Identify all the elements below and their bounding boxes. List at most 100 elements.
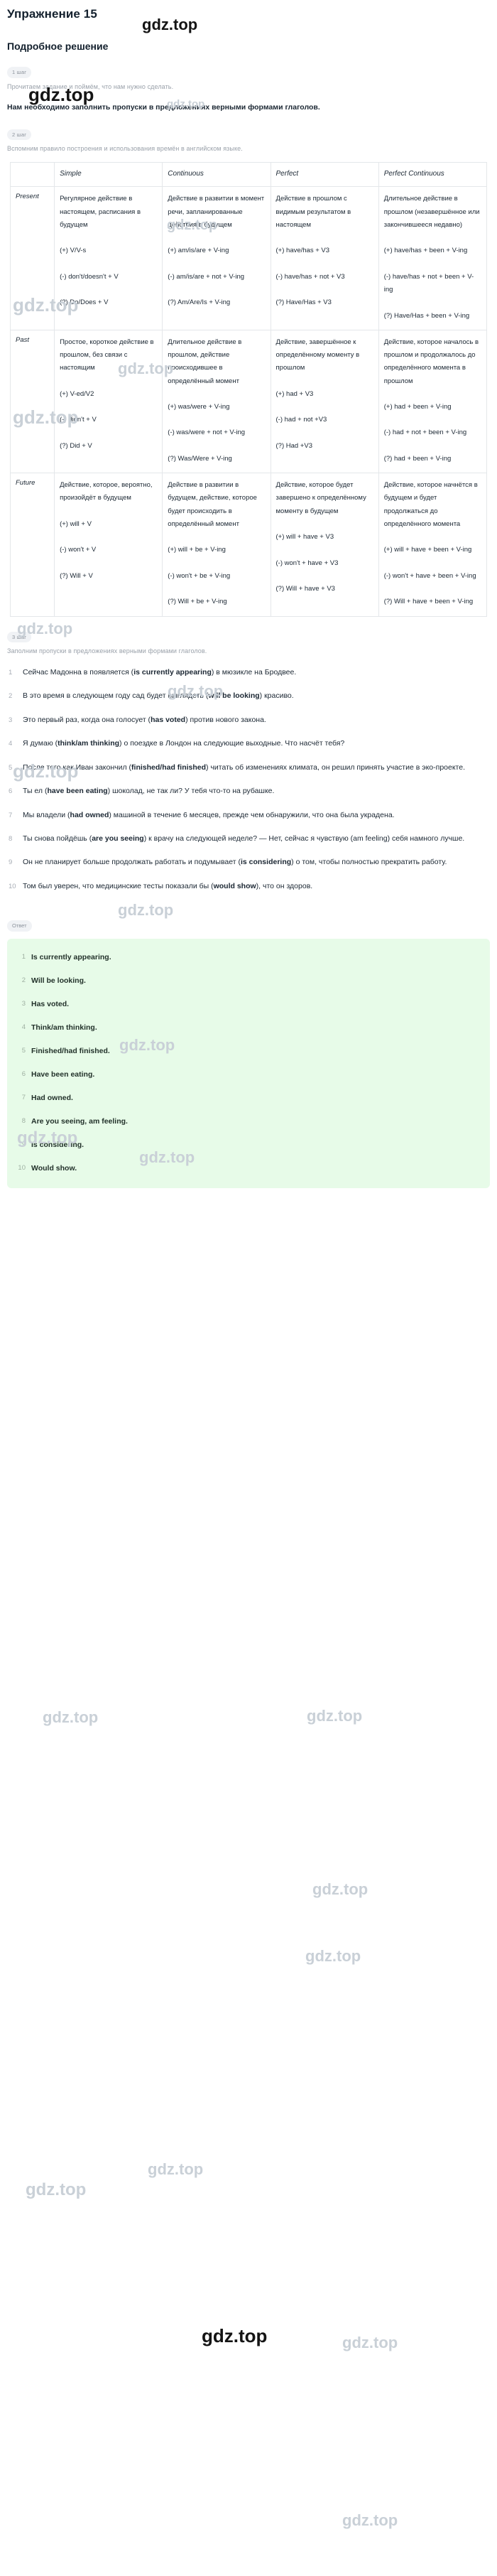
sentence-number: 10	[9, 882, 16, 890]
sentence-item: 3 Это первый раз, когда она голосует (has…	[9, 713, 490, 727]
table-corner-cell	[9, 162, 55, 188]
sentence-answer-highlight: will be looking	[208, 691, 260, 701]
sentence-number: 1	[9, 669, 13, 677]
page-title: Упражнение 15	[7, 7, 97, 21]
watermark: gdz.top	[26, 2180, 87, 2199]
sentence-text: Сейчас Мадонна в появляется (is currentl…	[23, 668, 297, 677]
step-3-badge: 3 шаг	[7, 631, 32, 642]
answer-text: Think/am thinking.	[31, 1023, 97, 1032]
watermark: gdz.top	[118, 901, 174, 919]
sentence-item: 2 В это время в следующем году сад будет …	[9, 689, 490, 703]
sentence-item: 8 Ты снова пойдёшь (are you seeing) к вра…	[9, 832, 490, 846]
sentence-text: В это время в следующем году сад будет в…	[23, 691, 294, 701]
row-header-present: Present	[9, 186, 55, 330]
answer-badge: Ответ	[7, 920, 32, 932]
sentence-text: Том был уверен, что медицинские тесты по…	[23, 881, 313, 890]
answer-item: 5 Finished/had finished.	[11, 1047, 486, 1055]
sentence-answer-highlight: think/am thinking	[58, 739, 120, 748]
row-header-future: Future	[9, 473, 55, 617]
answer-number: 10	[18, 1163, 26, 1172]
sentence-item: 9 Он не планирует больше продолжать работ…	[9, 856, 490, 869]
sentence-number: 3	[9, 716, 13, 724]
answer-text: Would show.	[31, 1163, 77, 1173]
cell-present-continuous: Действие в развитии в момент речи, запла…	[162, 186, 271, 330]
sentence-list: 1 Сейчас Мадонна в появляется (is current…	[0, 666, 497, 893]
answer-number: 6	[21, 1069, 26, 1078]
tenses-table: Simple Continuous Perfect Perfect Contin…	[9, 162, 488, 617]
answer-item: 9 Is considering.	[11, 1141, 486, 1149]
step-2-hint: Вспомним правило построения и использова…	[7, 145, 243, 153]
sentence-number: 8	[9, 834, 13, 843]
answer-item: 4 Think/am thinking.	[11, 1023, 486, 1032]
answer-text: Are you seeing, am feeling.	[31, 1116, 128, 1126]
sentence-number: 2	[9, 692, 13, 701]
sentence-text: Он не планирует больше продолжать работа…	[23, 858, 447, 867]
sentence-answer-highlight: is considering	[240, 858, 292, 867]
column-header-perfect-continuous: Perfect Continuous	[378, 162, 488, 188]
table-row-future: Future Действие, которое, вероятно, прои…	[9, 473, 488, 617]
sentence-text: Мы владели (had owned) машиной в течение…	[23, 810, 395, 819]
cell-present-simple: Регулярное действие в настоящем, расписа…	[54, 186, 163, 330]
answer-text: Is considering.	[31, 1140, 84, 1149]
sentence-answer-highlight: is currently appearing	[133, 668, 212, 677]
step-1-hint: Прочитаем задание и поймём, что нам нужн…	[7, 82, 174, 90]
cell-present-perfect: Действие в прошлом с видимым результатом…	[270, 186, 379, 330]
answer-item: 2 Will be looking.	[11, 976, 486, 985]
answer-number: 1	[21, 952, 26, 961]
answer-text: Is currently appearing.	[31, 952, 111, 961]
answer-text: Has voted.	[31, 999, 70, 1008]
row-header-past: Past	[9, 329, 55, 474]
cell-past-simple: Простое, короткое действие в прошлом, бе…	[54, 329, 163, 474]
solution-heading: Подробное решение	[7, 41, 109, 52]
cell-past-perfect: Действие, завершённое к определённому мо…	[270, 329, 379, 474]
sentence-text: После того как Иван закончил (finished/h…	[23, 762, 465, 772]
answer-item: 7 Had owned.	[11, 1094, 486, 1102]
sentence-text: Ты снова пойдёшь (are you seeing) к врач…	[23, 834, 465, 843]
watermark: gdz.top	[307, 1707, 363, 1725]
sentence-item: 1 Сейчас Мадонна в появляется (is current…	[9, 666, 490, 679]
answer-text: Will be looking.	[31, 976, 86, 985]
sentence-number: 9	[9, 858, 13, 867]
solution-page: Упражнение 15 Подробное решение 1 шаг Пр…	[0, 7, 497, 2529]
cell-future-continuous: Действие в развитии в будущем, действие,…	[162, 473, 271, 617]
table-row-present: Present Регулярное действие в настоящем,…	[9, 186, 488, 330]
answer-item: 1 Is currently appearing.	[11, 953, 486, 961]
answer-number: 8	[21, 1116, 26, 1125]
sentence-text: Это первый раз, когда она голосует (has …	[23, 715, 266, 724]
sentence-number: 5	[9, 763, 13, 772]
answer-list: 1 Is currently appearing. 2 Will be looking…	[11, 953, 486, 1173]
watermark: gdz.top	[312, 1880, 368, 1898]
table-row-past: Past Простое, короткое действие в прошло…	[9, 329, 488, 474]
column-header-simple: Simple	[54, 162, 163, 188]
watermark: gdz.top	[342, 2334, 398, 2351]
sentence-number: 6	[9, 787, 13, 796]
cell-present-perfect-continuous: Длительное действие в прошлом (незавершё…	[378, 186, 488, 330]
answer-text: Finished/had finished.	[31, 1046, 110, 1055]
answer-number: 5	[21, 1046, 26, 1055]
sentence-item: 10 Том был уверен, что медицинские тесты …	[9, 880, 490, 893]
answer-item: 10 Would show.	[11, 1164, 486, 1173]
sentence-item: 4 Я думаю (think/am thinking) о поездке в…	[9, 737, 490, 750]
sentence-answer-highlight: has voted	[151, 715, 186, 724]
sentence-answer-highlight: are you seeing	[92, 834, 144, 843]
watermark: gdz.top	[342, 2511, 398, 2529]
step-2-badge: 2 шаг	[7, 129, 32, 141]
cell-future-simple: Действие, которое, вероятно, произойдёт …	[54, 473, 163, 617]
answer-number: 4	[21, 1023, 26, 1031]
cell-future-perfect: Действие, которое будет завершено к опре…	[270, 473, 379, 617]
column-header-continuous: Continuous	[162, 162, 271, 188]
sentence-item: 5 После того как Иван закончил (finished/…	[9, 761, 490, 775]
table-header-row: Simple Continuous Perfect Perfect Contin…	[9, 162, 488, 188]
answer-number: 3	[21, 999, 26, 1008]
answer-text: Had owned.	[31, 1093, 73, 1102]
cell-past-continuous: Длительное действие в прошлом, действие …	[162, 329, 271, 474]
watermark: gdz.top	[148, 2160, 204, 2178]
step-1-text: Нам необходимо заполнить пропуски в пред…	[7, 102, 320, 112]
sentence-number: 4	[9, 740, 13, 748]
cell-past-perfect-continuous: Действие, которое началось в прошлом и п…	[378, 329, 488, 474]
answer-number: 7	[21, 1093, 26, 1101]
answer-item: 6 Have been eating.	[11, 1070, 486, 1079]
watermark: gdz.top	[305, 1947, 361, 1965]
answer-block: 1 Is currently appearing. 2 Will be looking…	[7, 938, 490, 1188]
answer-number: 9	[21, 1140, 26, 1148]
